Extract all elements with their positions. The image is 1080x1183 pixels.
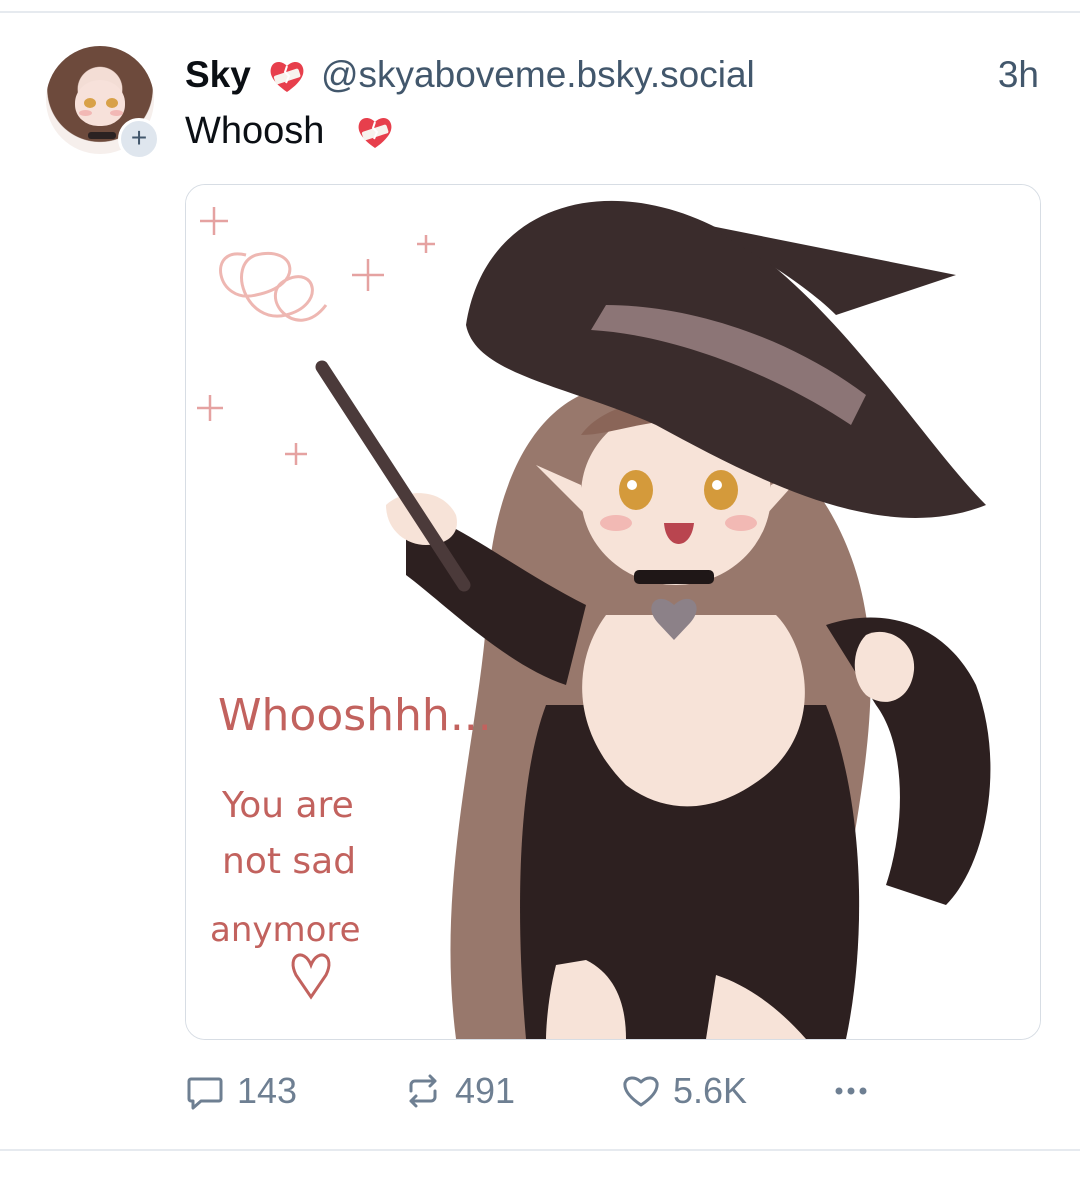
more-options-button[interactable] bbox=[831, 1063, 871, 1119]
choker bbox=[634, 570, 714, 584]
post-actions: 143 491 5.6K bbox=[185, 1063, 945, 1119]
post-timestamp[interactable]: 3h bbox=[998, 52, 1039, 98]
repost-arrows-icon bbox=[409, 1074, 437, 1108]
post-image[interactable]: Whooshhh... You are not sad anymore bbox=[185, 184, 1041, 1040]
handwritten-line: Whooshhh... bbox=[218, 690, 492, 741]
reply-count: 143 bbox=[237, 1070, 298, 1111]
mending-heart-icon bbox=[358, 118, 392, 148]
left-eye bbox=[619, 470, 653, 510]
top-divider bbox=[0, 11, 1080, 13]
handwritten-line: anymore bbox=[210, 910, 361, 950]
post-text: Whoosh bbox=[185, 108, 392, 154]
repost-button[interactable]: 491 bbox=[403, 1063, 515, 1119]
handwritten-line: You are bbox=[221, 785, 354, 826]
heart-outline-icon bbox=[623, 1076, 659, 1107]
author-display-name[interactable]: Sky bbox=[185, 52, 251, 98]
post-text-content: Whoosh bbox=[185, 110, 325, 152]
mending-heart-icon bbox=[270, 62, 304, 92]
repost-count: 491 bbox=[455, 1070, 516, 1111]
reply-button[interactable]: 143 bbox=[185, 1063, 297, 1119]
like-count: 5.6K bbox=[673, 1070, 748, 1111]
post-header: Sky @skyaboveme.bsky.social 3h bbox=[185, 52, 1045, 98]
speech-bubble-icon bbox=[187, 1077, 223, 1110]
bottom-divider bbox=[0, 1149, 1080, 1151]
author-avatar[interactable]: + bbox=[46, 46, 160, 160]
like-button[interactable]: 5.6K bbox=[621, 1063, 747, 1119]
author-handle[interactable]: @skyaboveme.bsky.social bbox=[321, 52, 755, 98]
witch-illustration: Whooshhh... You are not sad anymore bbox=[186, 185, 1040, 1039]
ellipsis-icon bbox=[835, 1087, 867, 1095]
plus-icon[interactable]: + bbox=[118, 118, 160, 160]
handwritten-line: not sad bbox=[222, 841, 356, 882]
right-eye bbox=[704, 470, 738, 510]
